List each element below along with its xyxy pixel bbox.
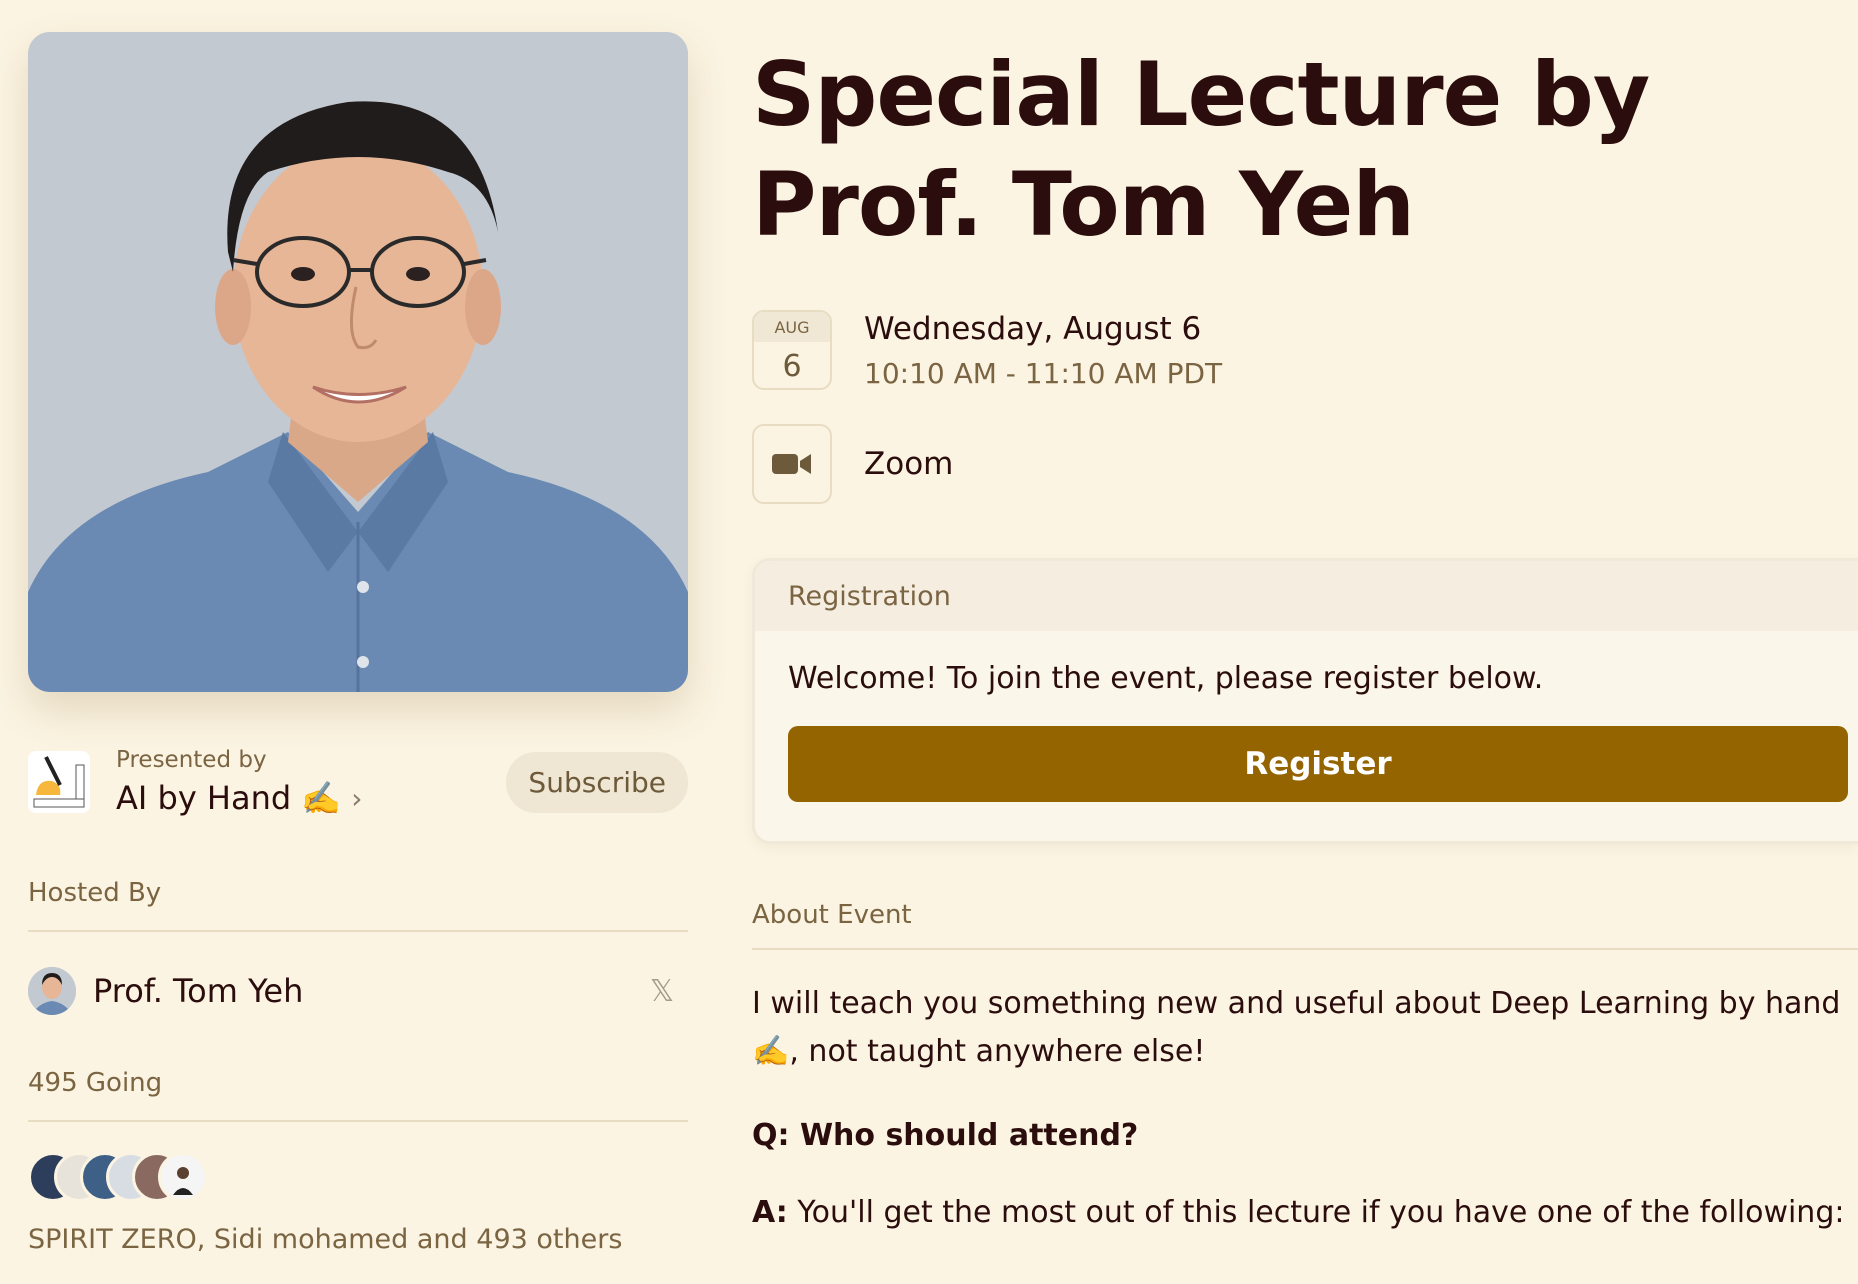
attendee-summary[interactable]: SPIRIT ZERO, Sidi mohamed and 493 others bbox=[28, 1224, 688, 1255]
location-row[interactable]: Zoom bbox=[752, 424, 1858, 504]
registration-welcome: Welcome! To join the event, please regis… bbox=[788, 661, 1544, 696]
video-camera-icon bbox=[772, 454, 811, 474]
presenter-name-link[interactable]: AI by Hand ✍️ › bbox=[116, 779, 506, 817]
attendee-avatar bbox=[158, 1152, 208, 1202]
x-twitter-icon[interactable]: 𝕏 bbox=[650, 974, 674, 1009]
event-time: 10:10 AM - 11:10 AM PDT bbox=[864, 356, 1223, 390]
question-text: Q: Who should attend? bbox=[752, 1118, 1139, 1153]
presenter-name: AI by Hand ✍️ bbox=[116, 779, 342, 817]
divider bbox=[28, 1120, 688, 1122]
location-icon-box bbox=[752, 424, 832, 504]
hosted-by-label: Hosted By bbox=[28, 878, 162, 908]
left-column: Presented by AI by Hand ✍️ › Subscribe H… bbox=[28, 32, 688, 1255]
attendee-avatars[interactable] bbox=[28, 1152, 688, 1202]
calendar-icon: AUG 6 bbox=[752, 310, 832, 390]
presented-by-label: Presented by bbox=[116, 747, 267, 773]
host-row[interactable]: Prof. Tom Yeh 𝕏 bbox=[28, 966, 688, 1016]
subscribe-button[interactable]: Subscribe bbox=[506, 751, 688, 813]
going-count-label: 495 Going bbox=[28, 1068, 163, 1098]
about-paragraph: I will teach you something new and usefu… bbox=[752, 986, 1841, 1069]
answer-prefix: A: bbox=[752, 1195, 788, 1230]
hand-writing-logo-icon bbox=[28, 751, 90, 813]
chevron-right-icon: › bbox=[351, 781, 363, 815]
event-title: Special Lecture by Prof. Tom Yeh bbox=[752, 43, 1650, 256]
host-name: Prof. Tom Yeh bbox=[93, 972, 304, 1010]
about-answer: A: You'll get the most out of this lectu… bbox=[752, 1195, 1858, 1230]
answer-text: You'll get the most out of this lecture … bbox=[787, 1195, 1845, 1230]
register-button[interactable]: Register bbox=[788, 726, 1848, 802]
presenter-info: Presented by AI by Hand ✍️ › bbox=[116, 747, 506, 817]
registration-card: Registration Welcome! To join the event,… bbox=[752, 558, 1858, 844]
date-row: AUG 6 Wednesday, August 6 10:10 AM - 11:… bbox=[752, 310, 1858, 390]
presenter-row: Presented by AI by Hand ✍️ › Subscribe bbox=[28, 744, 688, 820]
calendar-day: 6 bbox=[782, 348, 802, 384]
registration-header: Registration bbox=[755, 561, 1858, 631]
event-date: Wednesday, August 6 bbox=[864, 310, 1202, 347]
about-event-label: About Event bbox=[752, 900, 912, 930]
about-question: Q: Who should attend? bbox=[752, 1118, 1858, 1153]
divider bbox=[28, 930, 688, 932]
right-column: Special Lecture by Prof. Tom Yeh AUG 6 W… bbox=[752, 40, 1858, 1230]
presenter-logo[interactable] bbox=[28, 751, 90, 813]
registration-body: Welcome! To join the event, please regis… bbox=[755, 661, 1858, 802]
date-info: Wednesday, August 6 10:10 AM - 11:10 AM … bbox=[864, 311, 1222, 390]
calendar-month: AUG bbox=[754, 312, 830, 342]
divider bbox=[752, 948, 1858, 950]
event-location: Zoom bbox=[864, 446, 954, 482]
event-cover-photo bbox=[28, 32, 688, 692]
host-avatar bbox=[28, 967, 76, 1015]
